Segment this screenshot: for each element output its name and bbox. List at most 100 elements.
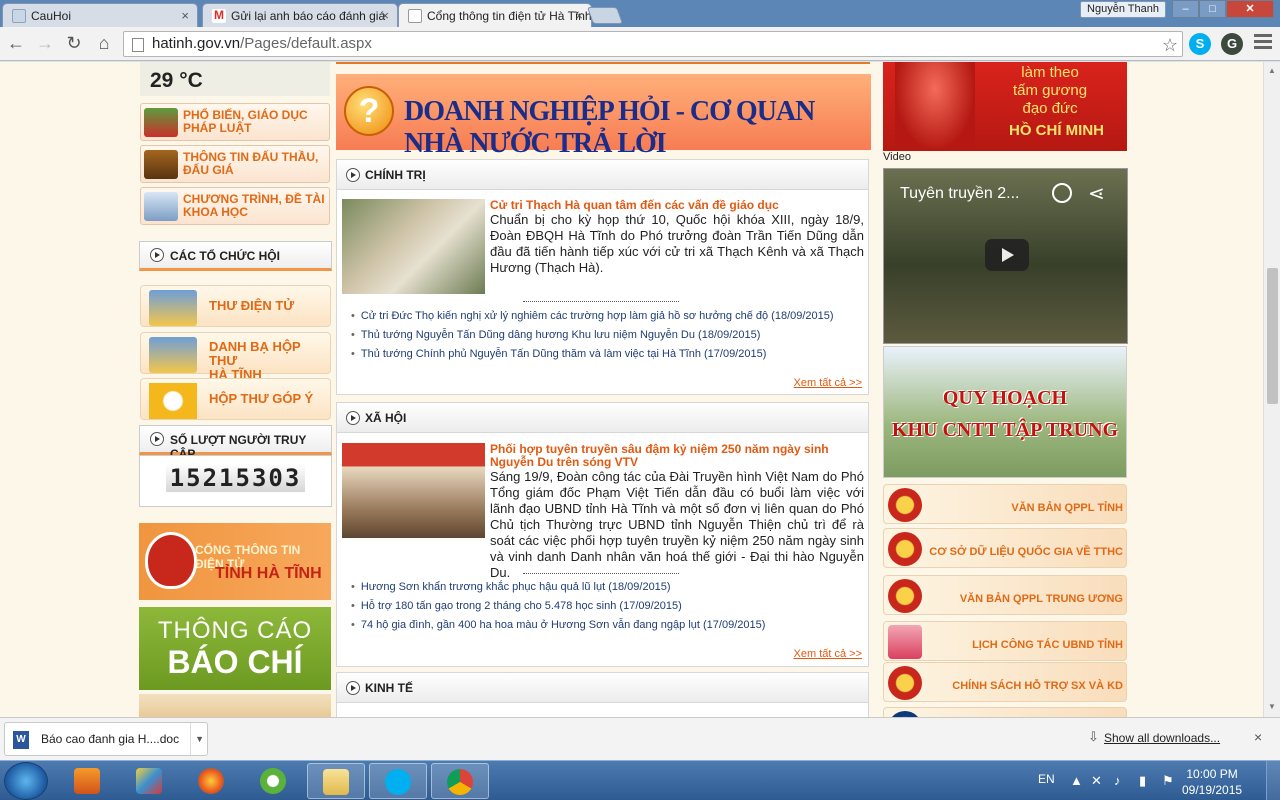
download-item[interactable]: W Báo cao đanh gia H....doc ▼: [4, 722, 208, 756]
taskbar-media-player[interactable]: [59, 763, 117, 799]
scroll-up-arrow-icon[interactable]: ▲: [1268, 66, 1276, 75]
word-document-icon: W: [13, 731, 29, 749]
banner-line1: QUY HOẠCH: [942, 387, 1068, 409]
close-window-button[interactable]: ✕: [1226, 0, 1274, 18]
watch-later-clock-icon[interactable]: [1052, 183, 1072, 203]
link-business-support-policy[interactable]: CHÍNH SÁCH HỖ TRỢ SX VÀ KD: [883, 662, 1127, 702]
app-icon: [260, 768, 286, 794]
link-email[interactable]: THƯ ĐIỆN TỬ: [140, 285, 331, 327]
link-feedback-box[interactable]: HỘP THƯ GÓP Ý: [140, 378, 331, 420]
chrome-menu-icon[interactable]: [1254, 34, 1272, 52]
portrait-silhouette-icon: [895, 62, 975, 151]
it-zone-planning-banner[interactable]: QUY HOẠCH KHU CNTT TẬP TRUNG: [883, 346, 1127, 478]
forward-arrow-icon[interactable]: →: [33, 32, 57, 56]
skype-extension-icon[interactable]: S: [1189, 33, 1211, 55]
extension-icon[interactable]: G: [1221, 33, 1243, 55]
minimize-button[interactable]: –: [1172, 0, 1199, 18]
new-tab-button[interactable]: [586, 7, 624, 24]
section-header[interactable]: XÃ HỘI: [337, 403, 868, 433]
org-header[interactable]: CÁC TỔ CHỨC HỘI: [139, 241, 332, 271]
tab-hatinh-portal[interactable]: Cổng thông tin điện tử Hà Tĩnh ×: [398, 3, 592, 28]
input-language[interactable]: EN: [1038, 772, 1055, 786]
news-link[interactable]: Thủ tướng Nguyễn Tấn Dũng dâng hương Khu…: [351, 329, 761, 341]
start-button[interactable]: [4, 762, 48, 800]
lead-news-summary: Chuẩn bị cho kỳ họp thứ 10, Quốc hội khó…: [490, 212, 864, 275]
share-icon[interactable]: ⋖: [1088, 181, 1105, 206]
show-desktop-button[interactable]: [1266, 761, 1280, 800]
tab-gmail[interactable]: M Gửi lại anh báo cáo đánh giá ×: [202, 3, 398, 27]
video-player[interactable]: Tuyên truyền 2... ⋖: [883, 168, 1128, 344]
page-scrollbar[interactable]: ▲ ▼: [1263, 62, 1280, 717]
lead-news-title[interactable]: Cử tri Thạch Hà quan tâm đến các vấn đề …: [490, 199, 864, 212]
lead-news-title[interactable]: Phối hợp tuyên truyền sâu đậm kỷ niệm 25…: [490, 443, 864, 469]
page-viewport: 29 °C PHỔ BIẾN, GIÁO DỤC PHÁP LUẬT THÔNG…: [0, 62, 1263, 717]
link-national-admin-database[interactable]: CƠ SỞ DỮ LIỆU QUỐC GIA VỀ TTHC: [883, 528, 1127, 568]
link-label: ĐẤU GIÁ: [183, 163, 234, 177]
press-release-banner[interactable]: THÔNG CÁO BÁO CHÍ: [139, 607, 331, 690]
taskbar-app[interactable]: [245, 763, 303, 799]
bookmark-star-icon[interactable]: ☆: [1162, 33, 1178, 57]
taskbar-office[interactable]: [121, 763, 179, 799]
network-warning-icon[interactable]: ✕: [1091, 773, 1102, 789]
play-button[interactable]: [985, 239, 1029, 271]
volume-icon[interactable]: ♪: [1114, 773, 1121, 788]
back-arrow-icon[interactable]: ←: [4, 32, 28, 56]
close-tab-icon[interactable]: ×: [575, 8, 583, 23]
link-central-legal-docs[interactable]: VĂN BẢN QPPL TRUNG ƯƠNG: [883, 575, 1127, 615]
link-more[interactable]: [883, 707, 1127, 717]
reload-icon[interactable]: ↻: [62, 32, 86, 56]
address-bar[interactable]: hatinh.gov.vn/Pages/default.aspx ☆: [123, 31, 1183, 57]
maximize-button[interactable]: □: [1199, 0, 1226, 18]
video-title[interactable]: Tuyên truyền 2...: [900, 185, 1019, 203]
link-bidding-auction[interactable]: THÔNG TIN ĐẤU THẦU, ĐẤU GIÁ: [140, 145, 330, 183]
scroll-down-arrow-icon[interactable]: ▼: [1268, 702, 1276, 711]
news-thumbnail[interactable]: [342, 199, 485, 294]
section-header[interactable]: KINH TẾ: [337, 673, 868, 703]
news-link[interactable]: Cử tri Đức Thọ kiến nghị xử lý nghiêm cá…: [351, 310, 834, 322]
law-banner[interactable]: [139, 694, 331, 717]
close-tab-icon[interactable]: ×: [181, 8, 189, 23]
system-clock[interactable]: 10:00 PM 09/19/2015: [1182, 766, 1242, 798]
see-all-link[interactable]: Xem tất cả >>: [794, 377, 862, 389]
link-science-programs[interactable]: CHƯƠNG TRÌNH, ĐỀ TÀI KHOA HỌC: [140, 187, 330, 225]
news-link[interactable]: Hỗ trợ 180 tấn gạo trong 2 tháng cho 5.4…: [351, 600, 682, 612]
close-tab-icon[interactable]: ×: [381, 8, 389, 23]
see-all-link[interactable]: Xem tất cả >>: [794, 648, 862, 660]
profile-button[interactable]: Nguyễn Thanh: [1080, 1, 1166, 18]
link-provincial-legal-docs[interactable]: VĂN BẢN QPPL TỈNH: [883, 484, 1127, 524]
news-thumbnail[interactable]: [342, 443, 485, 538]
taskbar-firefox[interactable]: [183, 763, 241, 799]
news-link[interactable]: Hương Sơn khẩn trương khắc phục hậu quả …: [351, 581, 671, 593]
news-link[interactable]: 74 hộ gia đình, gần 400 ha hoa màu ở Hươ…: [351, 619, 766, 631]
show-hidden-icons-icon[interactable]: ▲: [1070, 773, 1083, 788]
tab-cauhoi[interactable]: CauHoi ×: [2, 3, 198, 27]
link-label: LỊCH CÔNG TÁC UBND TỈNH: [972, 639, 1123, 651]
banner-line: làm theo: [1021, 64, 1079, 81]
news-link[interactable]: Thủ tướng Chính phủ Nguyễn Tấn Dũng thăm…: [351, 348, 767, 360]
qa-banner[interactable]: ? DOANH NGHIỆP HỎI - CƠ QUAN NHÀ NƯỚC TR…: [336, 74, 871, 159]
taskbar-skype[interactable]: [369, 763, 427, 799]
box-title: CÁC TỔ CHỨC HỘI: [170, 249, 280, 263]
page-icon: [408, 9, 422, 23]
firefox-icon: [198, 768, 224, 794]
link-label: THƯ ĐIỆN TỬ: [209, 298, 295, 313]
taskbar-explorer[interactable]: [307, 763, 365, 799]
ho-chi-minh-banner[interactable]: làm theo tấm gương đạo đức HỒ CHÍ MINH: [883, 62, 1127, 151]
link-mail-directory[interactable]: DANH BẠ HỘP THƯ HÀ TĨNH: [140, 332, 331, 382]
home-icon[interactable]: ⌂: [92, 32, 116, 56]
link-committee-schedule[interactable]: LỊCH CÔNG TÁC UBND TỈNH: [883, 621, 1127, 661]
section-header[interactable]: CHÍNH TRỊ: [337, 160, 868, 190]
show-all-downloads-link[interactable]: Show all downloads...: [1104, 731, 1220, 745]
close-downloads-bar-icon[interactable]: ×: [1254, 729, 1262, 745]
url-path: /Pages/default.aspx: [240, 35, 372, 52]
chevron-down-icon[interactable]: ▼: [190, 723, 204, 755]
flag-icon[interactable]: ⚑: [1162, 773, 1174, 789]
power-icon[interactable]: ▮: [1139, 773, 1146, 789]
portal-banner[interactable]: CỔNG THÔNG TIN ĐIỆN TỬ TỈNH HÀ TĨNH: [139, 523, 331, 600]
auction-gavel-icon: [144, 150, 178, 179]
page-icon: [12, 9, 26, 23]
taskbar-chrome[interactable]: [431, 763, 489, 799]
link-law-education[interactable]: PHỔ BIẾN, GIÁO DỤC PHÁP LUẬT: [140, 103, 330, 141]
scrollbar-thumb[interactable]: [1267, 268, 1278, 404]
feedback-icon: [149, 383, 197, 419]
